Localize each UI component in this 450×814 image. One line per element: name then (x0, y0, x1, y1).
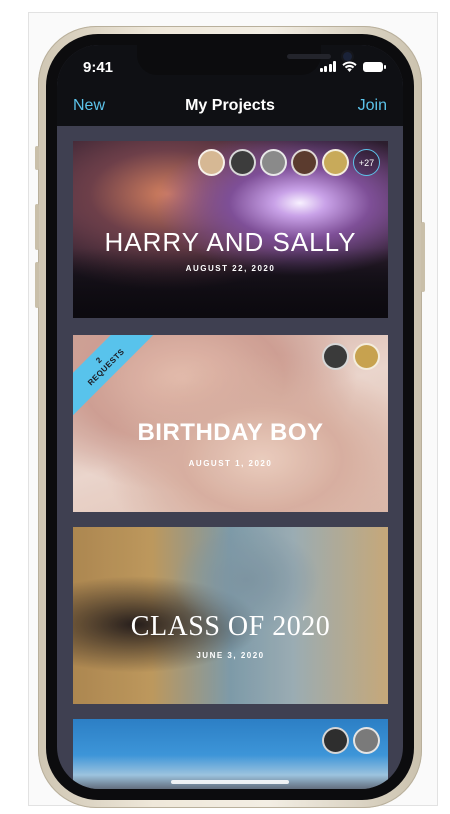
navigation-bar: 9:41 New My Projects Join (57, 45, 403, 126)
project-date: AUGUST 22, 2020 (185, 264, 276, 273)
power-button (421, 222, 425, 292)
notch (137, 45, 352, 75)
avatar (198, 149, 225, 176)
project-card-birthday-boy[interactable]: 2 REQUESTS BIRTHDAY BOY AUGUST 1, 2020 (73, 335, 388, 512)
battery-icon (363, 61, 386, 72)
member-avatars: +27 (198, 149, 380, 176)
avatar (291, 149, 318, 176)
avatar (229, 149, 256, 176)
member-avatars (322, 727, 380, 754)
avatar (353, 343, 380, 370)
extra-members-badge: +27 (353, 149, 380, 176)
home-indicator[interactable] (171, 780, 289, 784)
project-card-mountains[interactable] (73, 719, 388, 789)
signal-icon (319, 61, 336, 72)
project-date: JUNE 3, 2020 (196, 651, 265, 660)
avatar (353, 727, 380, 754)
front-camera (343, 52, 352, 61)
avatar (322, 343, 349, 370)
project-title: CLASS OF 2020 (130, 611, 331, 642)
join-button[interactable]: Join (358, 97, 387, 115)
project-card-harry-and-sally[interactable]: +27 HARRY AND SALLY AUGUST 22, 2020 (73, 141, 388, 318)
volume-up-button (35, 204, 39, 250)
project-title: HARRY AND SALLY (104, 227, 357, 257)
avatar (322, 727, 349, 754)
member-avatars (322, 343, 380, 370)
wifi-icon (342, 61, 357, 72)
speaker (287, 54, 331, 59)
project-date: AUGUST 1, 2020 (188, 459, 273, 468)
app-screen: 9:41 New My Projects Join +27 HARRY AND … (57, 45, 403, 789)
project-card-class-of-2020[interactable]: CLASS OF 2020 JUNE 3, 2020 (73, 527, 388, 704)
project-title: BIRTHDAY BOY (137, 419, 324, 446)
mute-switch (35, 146, 39, 170)
page-title: My Projects (185, 97, 275, 114)
avatar (322, 149, 349, 176)
avatar (260, 149, 287, 176)
volume-down-button (35, 262, 39, 308)
status-icons (319, 61, 386, 72)
status-time: 9:41 (83, 59, 114, 76)
